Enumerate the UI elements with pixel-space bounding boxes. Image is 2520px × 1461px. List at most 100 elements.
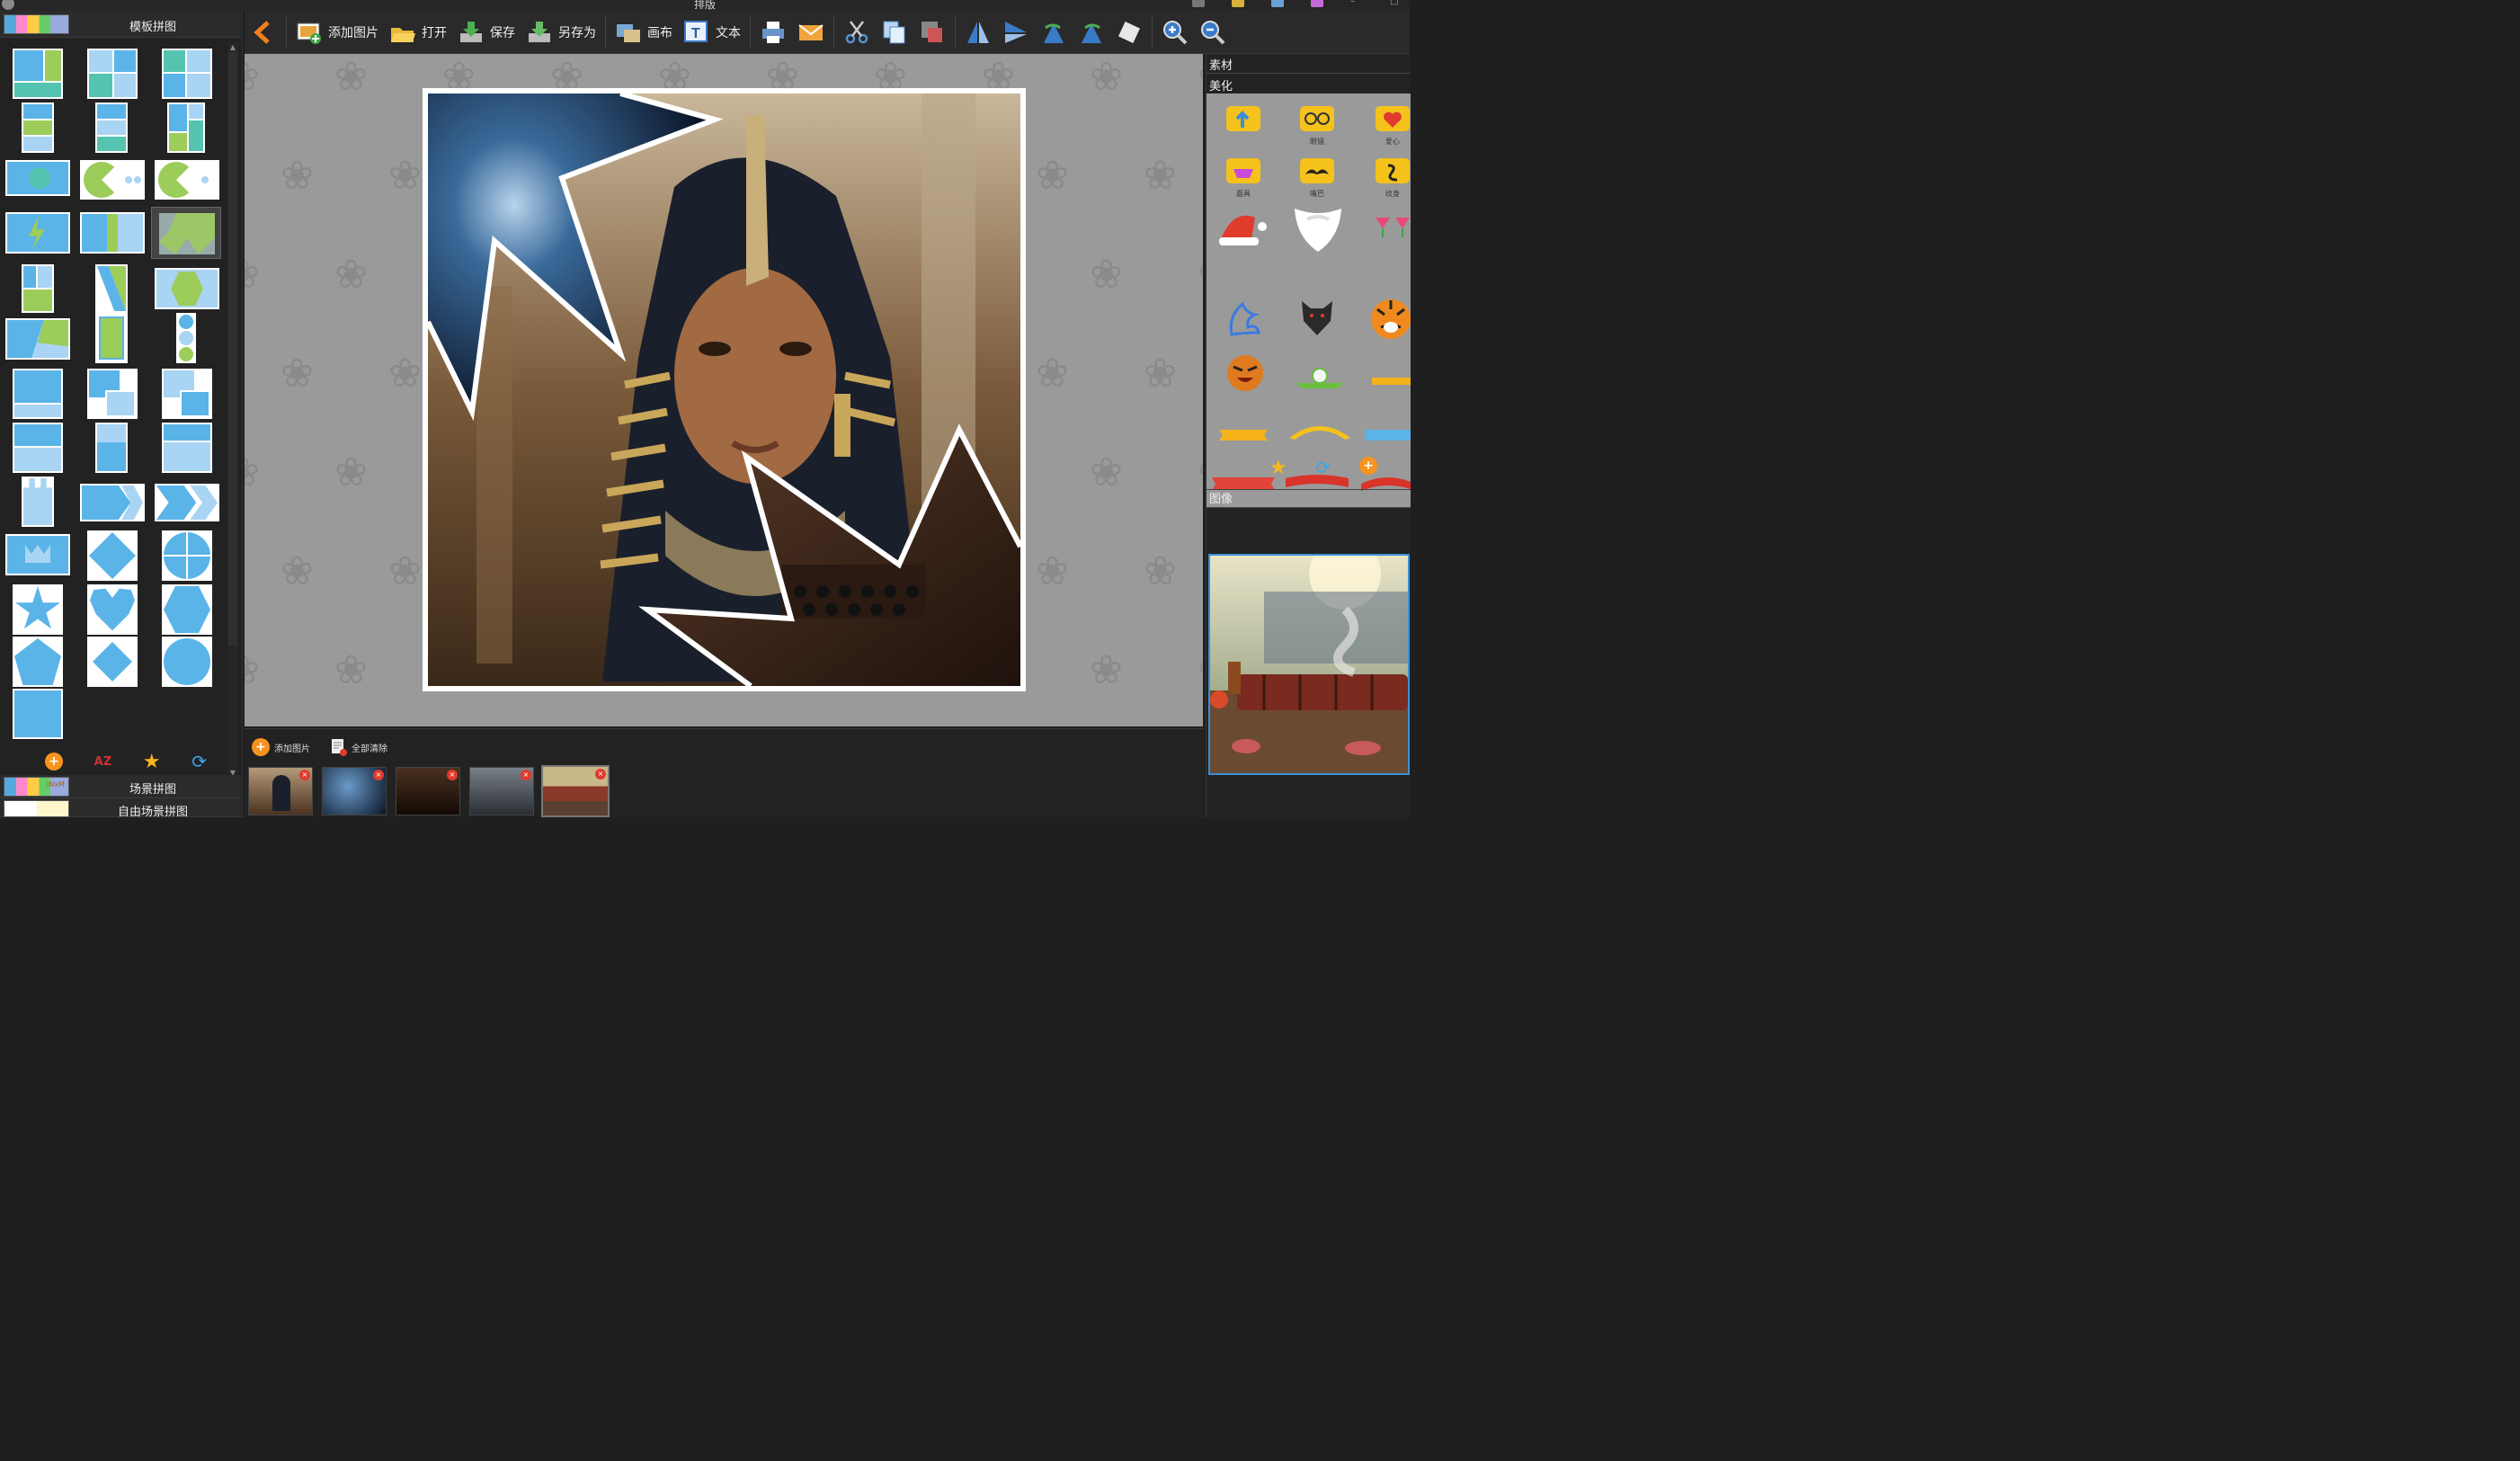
template-item[interactable] [13,637,63,687]
template-item[interactable] [95,423,128,473]
template-item[interactable] [13,689,63,739]
sticker-folder-heart[interactable] [1372,99,1411,135]
scroll-thumb[interactable] [228,52,237,646]
sticker-folder-tattoo[interactable] [1372,151,1411,187]
rotate-right-button[interactable] [1073,11,1110,54]
sticker-gold-ribbon[interactable] [1372,363,1411,399]
maximize-icon[interactable]: □ [1390,0,1402,7]
template-item[interactable] [5,318,70,360]
tray-thumbnail-galaxy[interactable]: × [322,767,387,815]
remove-image-icon[interactable]: × [521,770,531,780]
template-item[interactable] [87,584,138,635]
rotate-left-button[interactable] [1035,11,1073,54]
template-item[interactable] [162,423,212,473]
template-item[interactable] [22,477,54,527]
template-item[interactable] [87,530,138,581]
refresh-icon[interactable]: ⟳ [191,751,207,772]
template-item[interactable] [162,637,212,687]
remove-image-icon[interactable]: × [373,770,384,780]
template-item[interactable] [167,102,205,153]
template-item[interactable] [155,484,219,521]
template-item[interactable] [80,212,145,254]
add-template-icon[interactable]: + [45,753,63,771]
remove-image-icon[interactable]: × [447,770,458,780]
template-item[interactable] [5,534,70,575]
template-item[interactable] [95,264,128,313]
palette-icon[interactable] [1311,0,1323,7]
category-free-scene-collage[interactable]: 自由场景拼图 [0,798,241,819]
template-item[interactable] [162,584,212,635]
tray-clear-all-button[interactable]: 全部清除 [331,738,387,756]
zoom-out-button[interactable] [1194,11,1232,54]
print-button[interactable] [754,11,792,54]
sticker-beard[interactable] [1291,201,1345,255]
canvas-button[interactable]: 画布 [610,11,678,54]
template-item[interactable] [13,49,63,99]
template-scrollbar[interactable]: ▲ ▼ [227,43,238,777]
rotate-free-button[interactable] [1110,11,1148,54]
email-button[interactable] [792,11,830,54]
template-item[interactable] [5,160,70,196]
template-item[interactable] [80,484,145,521]
tray-thumbnail-grill-selected[interactable]: × [541,765,610,817]
collage-artwork[interactable] [423,88,1026,691]
template-item[interactable] [95,102,128,153]
flip-horizontal-button[interactable] [959,11,997,54]
sticker-tiger[interactable] [1368,297,1411,342]
template-item[interactable] [13,369,63,419]
paste-button[interactable] [913,11,951,54]
pencil-icon[interactable] [1232,0,1244,7]
add-sticker-icon[interactable]: + [1359,457,1377,475]
template-item-selected[interactable] [151,207,221,259]
flip-vertical-button[interactable] [997,11,1035,54]
selected-image-preview[interactable] [1208,554,1410,775]
template-item[interactable] [155,160,219,200]
template-item[interactable] [22,264,54,313]
sticker-tiger-roar[interactable] [1223,351,1268,396]
open-button[interactable]: 打开 [384,11,452,54]
template-item[interactable] [13,584,63,635]
template-item[interactable] [155,268,219,309]
template-item[interactable] [162,369,212,419]
zoom-in-button[interactable] [1156,11,1194,54]
sticker-arch-banner[interactable] [1287,412,1352,448]
refresh-icon[interactable]: ⟳ [1315,457,1331,479]
template-item[interactable] [87,49,138,99]
picture-icon[interactable] [1271,0,1284,7]
remove-image-icon[interactable]: × [299,770,310,780]
tray-thumbnail-statue[interactable]: × [469,767,534,815]
skin-icon[interactable] [1192,0,1205,7]
category-template-collage[interactable]: 模板拼图 [0,11,241,38]
favorite-star-icon[interactable]: ★ [143,751,161,773]
sticker-blue-dragon[interactable] [1223,300,1264,336]
back-button[interactable] [245,11,282,54]
favorite-star-icon[interactable]: ★ [1269,457,1287,479]
collage-frame[interactable] [423,88,1026,691]
sticker-glasses-pink[interactable] [1372,209,1411,245]
sticker-wolf[interactable] [1296,298,1338,335]
template-item[interactable] [80,160,145,200]
category-scene-collage[interactable]: iNxM 场景拼图 [0,775,241,798]
template-item[interactable] [87,637,138,687]
template-item[interactable] [87,369,138,419]
save-as-button[interactable]: 另存为 [521,11,601,54]
tray-add-image-button[interactable]: + 添加图片 [252,738,310,756]
template-item[interactable] [13,423,63,473]
add-image-button[interactable]: 添加图片 [290,11,384,54]
template-item[interactable] [22,102,54,153]
template-item[interactable] [5,212,70,254]
sticker-folder-glasses[interactable] [1296,99,1338,135]
sticker-blue-banner[interactable] [1365,417,1411,453]
sort-az-icon[interactable]: AZ [94,755,112,769]
sticker-folder-upload[interactable] [1223,99,1264,135]
remove-image-icon[interactable]: × [595,769,606,779]
sticker-folder-mask[interactable] [1223,151,1264,187]
copy-button[interactable] [876,11,913,54]
template-item[interactable] [162,49,212,99]
beautify-tab[interactable]: 美化 [1209,76,1233,94]
collage-canvas-area[interactable]: ❀❀❀❀❀❀❀❀❀❀❀❀❀❀❀❀❀❀❀❀❀❀❀❀❀❀❀❀❀❀❀❀❀❀❀❀❀❀❀❀… [245,54,1203,726]
text-button[interactable]: T 文本 [678,11,746,54]
scroll-up-icon[interactable]: ▲ [227,43,238,51]
tray-thumbnail-portrait[interactable]: × [248,767,313,815]
tray-thumbnail-typewriter[interactable]: × [396,767,460,815]
